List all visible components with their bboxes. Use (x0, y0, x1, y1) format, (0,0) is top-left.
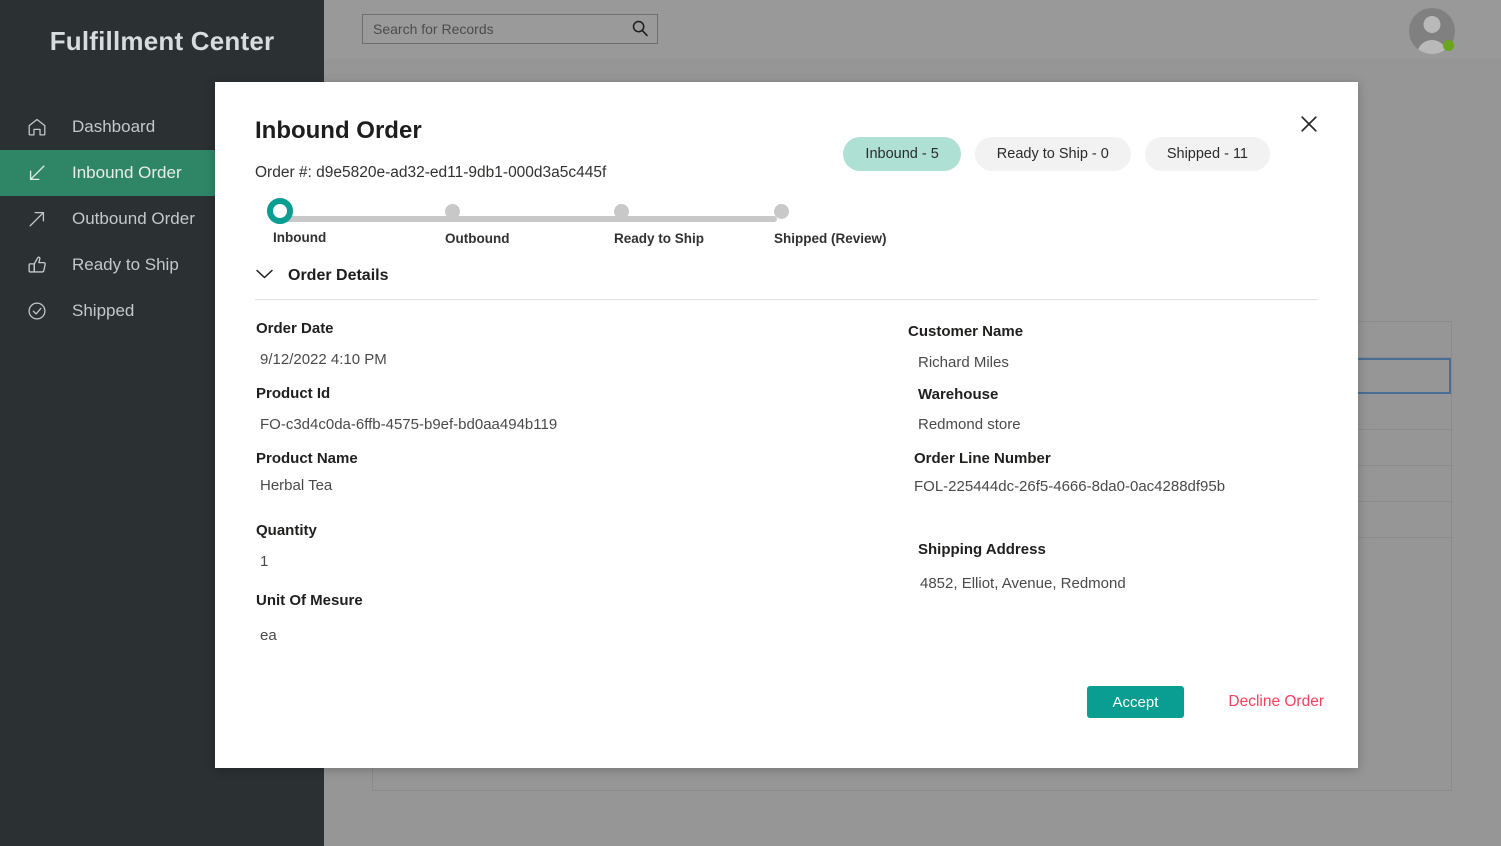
stepper-dot (614, 204, 629, 219)
section-divider (255, 299, 1318, 300)
presence-badge (1443, 40, 1454, 51)
pill-ready-to-ship[interactable]: Ready to Ship - 0 (974, 137, 1131, 171)
field-value: ea (260, 627, 277, 644)
field-value: 4852, Elliot, Avenue, Redmond (920, 575, 1126, 592)
field-shipping-address: Shipping Address 4852, Elliot, Avenue, R… (908, 499, 1328, 592)
order-details-right-column: Customer Name Richard Miles Warehouse Re… (908, 307, 1328, 596)
field-label: Product Id (256, 385, 331, 402)
arrow-up-right-icon (26, 206, 62, 232)
stepper-step-outbound[interactable]: Outbound (445, 204, 555, 246)
pill-shipped[interactable]: Shipped - 11 (1144, 137, 1270, 171)
field-value: 1 (260, 553, 269, 570)
field-product-name: Product Name Herbal Tea (256, 437, 876, 494)
stepper-label: Outbound (445, 231, 510, 246)
stepper-step-ready-to-ship[interactable]: Ready to Ship (614, 204, 724, 246)
order-details-section-toggle[interactable]: Order Details (255, 267, 388, 285)
check-circle-icon (26, 298, 62, 324)
field-label: Warehouse (918, 386, 999, 403)
sidebar-item-label: Outbound Order (72, 209, 195, 228)
page-title: Inbound Order (255, 117, 422, 144)
top-bar (324, 0, 1501, 59)
search-button[interactable] (623, 15, 657, 43)
inbound-order-dialog: Inbound Order Order #: d9e5820e-ad32-ed1… (215, 82, 1358, 768)
field-label: Quantity (256, 522, 317, 539)
stepper-dot (774, 204, 789, 219)
stepper-step-inbound[interactable]: Inbound (267, 198, 383, 245)
field-product-id: Product Id FO-c3d4c0da-6ffb-4575-b9ef-bd… (256, 372, 876, 433)
close-button[interactable] (1294, 110, 1324, 140)
order-details-left-column: Order Date 9/12/2022 4:10 PM Product Id … (256, 307, 876, 648)
field-unit-of-measure: Unit Of Mesure ea (256, 574, 876, 644)
stepper-label: Ready to Ship (614, 231, 705, 246)
field-value: Redmond store (918, 416, 1021, 433)
order-number: Order #: d9e5820e-ad32-ed11-9db1-000d3a5… (255, 164, 607, 181)
field-label: Product Name (256, 450, 358, 467)
sidebar-item-label: Inbound Order (72, 163, 182, 182)
sidebar-item-label: Ready to Ship (72, 255, 179, 274)
stepper-dot (267, 198, 293, 224)
field-order-line-number: Order Line Number FOL-225444dc-26f5-4666… (908, 437, 1328, 495)
field-value: FO-c3d4c0da-6ffb-4575-b9ef-bd0aa494b119 (260, 416, 558, 433)
order-details-title: Order Details (288, 267, 389, 284)
stepper-label: Inbound (273, 230, 327, 245)
field-value: FOL-225444dc-26f5-4666-8da0-0ac4288df95b (914, 478, 1226, 495)
field-label: Shipping Address (918, 541, 1046, 558)
user-menu[interactable] (1409, 8, 1455, 54)
search-icon (631, 19, 649, 40)
pill-inbound[interactable]: Inbound - 5 (843, 137, 961, 171)
field-value: 9/12/2022 4:10 PM (260, 351, 387, 368)
search-input[interactable] (363, 21, 623, 37)
field-order-date: Order Date 9/12/2022 4:10 PM (256, 307, 876, 368)
sidebar-item-label: Dashboard (72, 117, 156, 136)
search-box[interactable] (362, 14, 658, 44)
thumbs-up-icon (26, 252, 62, 278)
app-root: Fulfillment Center Dashboard Inbound (0, 0, 1501, 846)
stepper-dot (445, 204, 460, 219)
avatar-head (1423, 16, 1441, 33)
field-quantity: Quantity 1 (256, 498, 876, 570)
arrow-down-left-icon (26, 160, 62, 186)
field-warehouse: Warehouse Redmond store (908, 375, 1328, 433)
field-label: Customer Name (908, 323, 1024, 340)
field-value: Richard Miles (918, 354, 1009, 371)
chevron-down-icon (255, 267, 274, 285)
field-label: Unit Of Mesure (256, 592, 363, 609)
field-customer-name: Customer Name Richard Miles (908, 307, 1328, 371)
close-icon (1299, 114, 1319, 137)
status-filter-pills: Inbound - 5 Ready to Ship - 0 Shipped - … (843, 137, 1270, 171)
sidebar-item-label: Shipped (72, 301, 135, 320)
stepper-label: Shipped (Review) (774, 231, 887, 246)
field-label: Order Date (256, 320, 334, 337)
accept-button[interactable]: Accept (1086, 686, 1185, 718)
decline-order-button[interactable]: Decline Order (1228, 693, 1324, 711)
order-progress-stepper: Inbound Outbound Ready to Ship Shipped (… (255, 198, 887, 264)
home-icon (26, 114, 62, 140)
dialog-actions: Accept Decline Order (1086, 686, 1324, 718)
app-brand: Fulfillment Center (49, 25, 275, 56)
stepper-step-shipped[interactable]: Shipped (Review) (774, 204, 887, 246)
field-label: Order Line Number (914, 450, 1051, 467)
field-value: Herbal Tea (260, 477, 333, 494)
